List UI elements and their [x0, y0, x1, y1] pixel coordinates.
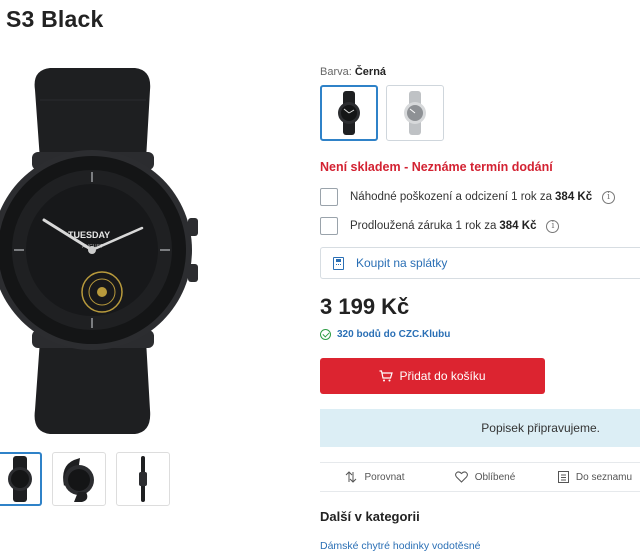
installments-label: Koupit na splátky [356, 256, 448, 270]
info-icon[interactable]: i [602, 190, 616, 204]
category-link[interactable]: Dámské chytré hodinky vodotěsné [320, 540, 481, 552]
club-points-text: 320 bodů do CZC.Klubu [337, 329, 451, 340]
add-to-cart-button[interactable]: Přidat do košíku [320, 358, 545, 394]
cart-icon [379, 370, 394, 382]
category-heading: Další v kategorii [320, 509, 420, 524]
add-to-list-action[interactable]: Do seznamu [540, 471, 640, 483]
club-points: 320 bodů do CZC.Klubu [320, 329, 450, 340]
thumbnail-angle[interactable] [52, 452, 106, 506]
list-label: Do seznamu [575, 471, 633, 483]
product-thumbnails [0, 452, 170, 506]
swatch-black[interactable] [320, 85, 378, 141]
option-extended-warranty: Prodloužená záruka 1 rok za 384 Kč i [320, 217, 560, 235]
compare-icon [346, 471, 357, 483]
add-to-cart-label: Přidat do košíku [399, 369, 486, 383]
product-main-image[interactable]: TUESDAY AUGUST [0, 60, 200, 440]
compare-action[interactable]: Porovnat [320, 471, 430, 483]
accidental-damage-label: Náhodné poškození a odcizení 1 rok za [350, 191, 553, 203]
check-circle-icon [320, 329, 331, 340]
option-accidental-damage: Náhodné poškození a odcizení 1 rok za 38… [320, 188, 616, 206]
extended-warranty-checkbox[interactable] [320, 217, 338, 235]
extended-warranty-price: 384 Kč [499, 220, 537, 232]
product-price: 3 199 Kč [320, 294, 410, 319]
color-label: Barva: [320, 66, 352, 78]
swatch-silver[interactable] [386, 85, 444, 141]
thumbnail-front[interactable] [0, 452, 42, 506]
accidental-damage-checkbox[interactable] [320, 188, 338, 206]
list-icon [557, 471, 569, 483]
product-actions: Porovnat Oblíbené Do seznamu [320, 462, 640, 492]
color-label-row: Barva: Černá [320, 66, 386, 78]
info-icon[interactable]: i [546, 219, 560, 233]
accidental-damage-price: 384 Kč [555, 191, 593, 203]
favorite-action[interactable]: Oblíbené [430, 471, 540, 483]
description-note: Popisek připravujeme. [320, 409, 640, 447]
heart-icon [454, 471, 468, 483]
product-title: S3 Black [6, 6, 104, 32]
compare-label: Porovnat [364, 471, 405, 483]
favorite-label: Oblíbené [474, 471, 516, 483]
thumbnail-side[interactable] [116, 452, 170, 506]
stock-status: Není skladem - Neznáme termín dodání [320, 160, 553, 174]
installments-button[interactable]: Koupit na splátky [320, 247, 640, 279]
color-swatches [320, 85, 444, 141]
calculator-icon [333, 256, 344, 270]
color-selected-value: Černá [354, 66, 387, 78]
extended-warranty-label: Prodloužená záruka 1 rok za [350, 220, 497, 232]
